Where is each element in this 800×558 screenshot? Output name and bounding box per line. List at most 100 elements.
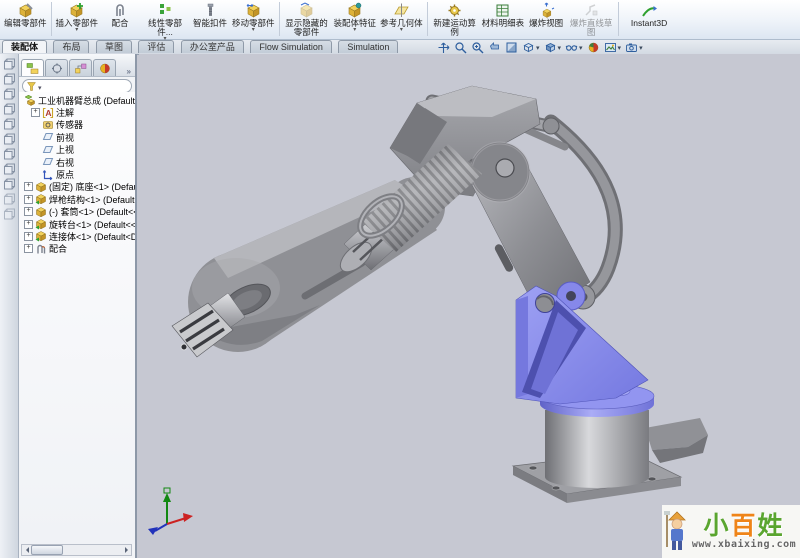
toolbar-button-instant3d[interactable]: Instant3D <box>621 1 677 28</box>
tab-flow-simulation[interactable]: Flow Simulation <box>250 40 332 53</box>
tree-item-connector[interactable]: 连接体<1> (Default<Defaul <box>21 230 135 242</box>
tree-item-top-plane[interactable]: 上视 <box>21 144 135 156</box>
view-settings-icon[interactable] <box>625 41 643 54</box>
toolbar-button-smart-fasteners[interactable]: 智能扣件 <box>190 1 230 28</box>
view-cube-icon[interactable] <box>3 88 16 100</box>
tab-evaluate[interactable]: 评估 <box>138 40 174 53</box>
tree-item-annotations[interactable]: 注解 <box>21 106 135 118</box>
plane-icon <box>42 156 54 168</box>
tree-item-origin[interactable]: 原点 <box>21 168 135 180</box>
tree-item-weld-gun-structure[interactable]: 焊枪结构<1> (Default<Defa <box>21 193 135 205</box>
tab-simulation[interactable]: Simulation <box>338 40 398 53</box>
part-icon <box>35 181 47 193</box>
view-cube-icon[interactable] <box>3 118 16 130</box>
view-cube-icon[interactable] <box>3 58 16 70</box>
explode-line-sketch-icon <box>583 2 600 19</box>
edit-appearance-icon[interactable] <box>587 41 600 54</box>
dropdown-caret-icon[interactable] <box>380 28 423 33</box>
toolbar-button-linear-component-pattern[interactable]: 线性零部件... <box>140 1 190 42</box>
view-cube-icon[interactable] <box>3 178 16 190</box>
assembly-toolbar: 编辑零部件 插入零部件 配合 线性零部件... 智能扣件 移动零部件 <box>0 0 800 40</box>
tab-sketch[interactable]: 草图 <box>96 40 132 53</box>
heads-up-view-toolbar <box>437 41 643 54</box>
tree-item-base-component[interactable]: (固定) 底座<1> (Default<<D <box>21 181 135 193</box>
tab-layout[interactable]: 布局 <box>53 40 89 53</box>
solidworks-window: 编辑零部件 插入零部件 配合 线性零部件... 智能扣件 移动零部件 <box>0 0 800 558</box>
propertymanager-tab-icon[interactable] <box>45 59 68 76</box>
expand-icon[interactable] <box>24 182 33 191</box>
view-cube-icon[interactable] <box>3 73 16 85</box>
graphics-viewport[interactable]: 小百姓 www.xbaixing.com <box>139 54 800 558</box>
toolbar-button-exploded-view[interactable]: 爆炸视图 <box>526 1 566 28</box>
coordinate-triad <box>148 488 193 535</box>
view-cube-icon[interactable] <box>3 133 16 145</box>
tree-filter-input[interactable] <box>22 79 132 93</box>
previous-view-icon[interactable] <box>488 41 501 54</box>
toolbar-button-bill-of-materials[interactable]: 材料明细表 <box>480 1 527 28</box>
tab-assembly[interactable]: 装配体 <box>2 40 47 53</box>
view-cube-icon[interactable] <box>3 148 16 160</box>
robot-arm-model[interactable] <box>139 54 800 558</box>
apply-scene-icon[interactable] <box>604 41 622 54</box>
zoom-to-fit-icon[interactable] <box>454 41 467 54</box>
farmer-mascot-icon <box>664 509 690 555</box>
expand-icon[interactable] <box>24 207 33 216</box>
toolbar-button-edit-component[interactable]: 编辑零部件 <box>2 1 49 28</box>
tree-item-rotary-table[interactable]: 旋转台<1> (Default<<Defa <box>21 218 135 230</box>
toolbar-button-move-component[interactable]: 移动零部件 <box>230 1 277 33</box>
view-cube-icon[interactable] <box>3 103 16 115</box>
expand-icon[interactable] <box>24 220 33 229</box>
toolbar-separator <box>279 2 280 36</box>
scroll-left-arrow-icon[interactable] <box>22 546 31 554</box>
view-orientation-icon[interactable] <box>522 41 540 54</box>
mate-icon <box>112 2 129 19</box>
view-cube-icon[interactable] <box>3 193 16 205</box>
panel-horizontal-scrollbar[interactable] <box>21 544 132 556</box>
toolbar-button-explode-line-sketch[interactable]: 爆炸直线草图 <box>566 1 616 37</box>
expand-icon[interactable] <box>24 244 33 253</box>
insert-component-icon <box>68 2 85 19</box>
toolbar-separator <box>51 2 52 36</box>
bill-of-materials-icon <box>494 2 511 19</box>
tree-item-right-plane[interactable]: 右视 <box>21 156 135 168</box>
expand-icon[interactable] <box>31 108 40 117</box>
tree-item-sensors[interactable]: 传感器 <box>21 119 135 131</box>
plane-icon <box>42 131 54 143</box>
tree-item-root[interactable]: 工业机器臂总成 (Default<Defa <box>21 94 135 106</box>
base-assembly[interactable] <box>513 410 708 503</box>
displaymanager-tab-icon[interactable] <box>93 59 116 76</box>
origin-icon <box>42 169 54 181</box>
dropdown-caret-icon[interactable] <box>232 28 275 33</box>
configurationmanager-tab-icon[interactable] <box>69 59 92 76</box>
expand-icon[interactable] <box>24 195 33 204</box>
expand-icon[interactable] <box>24 232 33 241</box>
zoom-to-area-icon[interactable] <box>471 41 484 54</box>
part-icon <box>35 230 47 242</box>
featuremanager-tab-icon[interactable] <box>21 59 44 76</box>
hide-show-items-icon[interactable] <box>565 41 583 54</box>
view-cube-icon[interactable] <box>3 163 16 175</box>
featuremanager-panel: » 工业机器臂总成 (Default<Defa 注解 传感器 <box>19 54 137 558</box>
dropdown-caret-icon[interactable] <box>334 28 377 33</box>
scroll-right-arrow-icon[interactable] <box>122 546 131 554</box>
panel-overflow-chevron[interactable]: » <box>127 67 133 76</box>
section-view-icon[interactable] <box>505 41 518 54</box>
tree-item-mates[interactable]: 配合 <box>21 243 135 255</box>
watermark-char: 小 <box>703 512 730 540</box>
toolbar-button-assembly-features[interactable]: 装配体特征 <box>332 1 379 33</box>
toolbar-button-mate[interactable]: 配合 <box>100 1 140 28</box>
watermark-char: 百 <box>730 512 757 540</box>
toolbar-button-new-motion-study[interactable]: 新建运动算例 <box>430 1 480 37</box>
toolbar-button-insert-component[interactable]: 插入零部件 <box>54 1 101 33</box>
display-style-icon[interactable] <box>544 41 562 54</box>
tab-office-products[interactable]: 办公室产品 <box>181 40 244 53</box>
reference-triad-icon[interactable] <box>437 41 450 54</box>
toolbar-button-reference-geometry[interactable]: 参考几何体 <box>378 1 425 33</box>
dropdown-caret-icon[interactable] <box>56 28 99 33</box>
view-cube-icon[interactable] <box>3 208 16 220</box>
tree-item-sleeve[interactable]: (-) 套筒<1> (Default<<Def <box>21 206 135 218</box>
tree-item-front-plane[interactable]: 前视 <box>21 131 135 143</box>
toolbar-button-show-hidden-components[interactable]: 显示隐藏的零部件 <box>282 1 332 37</box>
scrollbar-thumb[interactable] <box>31 545 63 555</box>
watermark-url: www.xbaixing.com <box>690 539 798 550</box>
